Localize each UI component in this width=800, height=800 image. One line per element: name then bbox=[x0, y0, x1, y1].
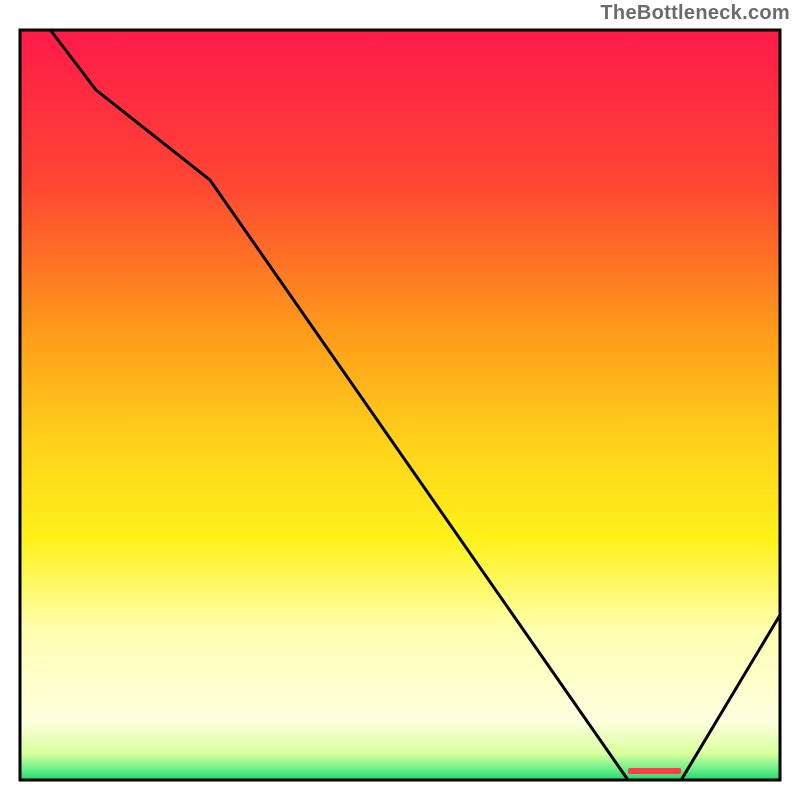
chart-svg bbox=[0, 0, 800, 800]
attribution-label: TheBottleneck.com bbox=[600, 2, 790, 25]
plot-background bbox=[20, 30, 780, 780]
marker-band bbox=[628, 768, 681, 774]
chart-stage: TheBottleneck.com bbox=[0, 0, 800, 800]
